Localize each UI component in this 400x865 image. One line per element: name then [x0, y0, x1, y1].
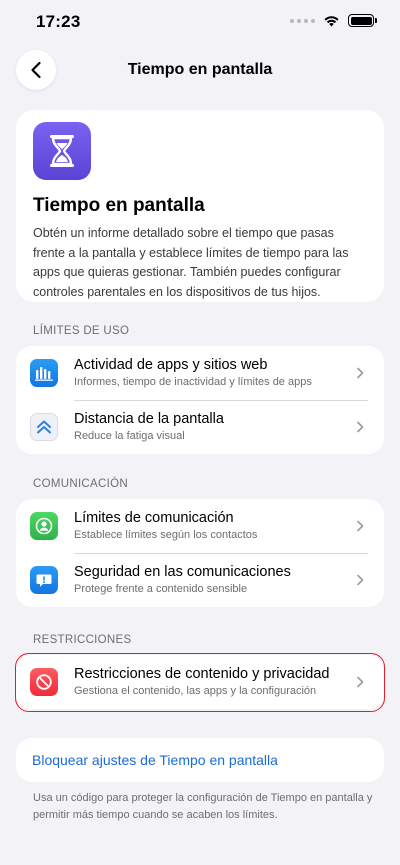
section-header-communication: COMUNICACIÓN [33, 478, 128, 490]
row-subtitle: Protege frente a contenido sensible [74, 583, 248, 595]
lock-settings-note: Usa un código para proteger la configura… [33, 792, 373, 821]
chat-alert-icon [30, 566, 58, 594]
hero-title: Tiempo en pantalla [33, 195, 205, 216]
row-title: Actividad de apps y sitios web [74, 357, 268, 373]
row-content-privacy-restrictions[interactable]: Restricciones de contenido y privacidad … [16, 655, 384, 709]
row-subtitle: Gestiona el contenido, las apps y la con… [74, 685, 317, 697]
status-bar: 17:23 [0, 0, 400, 44]
section-header-usage: LÍMITES DE USO [33, 325, 130, 337]
chevron-right-icon [357, 676, 364, 688]
chevron-right-icon [357, 520, 364, 532]
row-subtitle: Informes, tiempo de inactividad y límite… [74, 376, 312, 388]
section-header-restrictions: RESTRICCIONES [33, 634, 132, 646]
person-icon [30, 512, 58, 540]
cellular-signal-icon [290, 18, 315, 23]
prohibited-icon [30, 668, 58, 696]
row-communication-limits[interactable]: Límites de comunicación Establece límite… [16, 499, 384, 553]
double-chevron-up-icon [30, 413, 58, 441]
lock-settings-group: Bloquear ajustes de Tiempo en pantalla [16, 738, 384, 782]
row-title: Distancia de la pantalla [74, 411, 224, 427]
hourglass-icon [33, 122, 91, 180]
wifi-icon [324, 16, 339, 27]
chevron-right-icon [357, 574, 364, 586]
chevron-right-icon [357, 421, 364, 433]
row-communication-safety[interactable]: Seguridad en las comunicaciones Protege … [16, 553, 384, 607]
row-title: Restricciones de contenido y privacidad [74, 666, 330, 682]
page-title: Tiempo en pantalla [127, 61, 273, 78]
hero-description: Obtén un informe detallado sobre el tiem… [33, 226, 349, 299]
status-time: 17:23 [36, 12, 81, 31]
bar-chart-icon [30, 359, 58, 387]
row-title: Seguridad en las comunicaciones [74, 564, 291, 580]
usage-group: Actividad de apps y sitios web Informes,… [16, 346, 384, 454]
row-title: Límites de comunicación [74, 510, 234, 526]
row-app-activity[interactable]: Actividad de apps y sitios web Informes,… [16, 346, 384, 400]
battery-icon [348, 14, 377, 27]
row-subtitle: Establece límites según los contactos [74, 529, 258, 541]
restrictions-group: Restricciones de contenido y privacidad … [16, 655, 384, 709]
row-screen-distance[interactable]: Distancia de la pantalla Reduce la fatig… [16, 400, 384, 454]
hero-card: Tiempo en pantalla Obtén un informe deta… [16, 110, 384, 302]
lock-settings-link[interactable]: Bloquear ajustes de Tiempo en pantalla [32, 752, 278, 768]
status-icons [290, 14, 377, 27]
chevron-right-icon [357, 367, 364, 379]
communication-group: Límites de comunicación Establece límite… [16, 499, 384, 607]
row-subtitle: Reduce la fatiga visual [74, 430, 185, 442]
